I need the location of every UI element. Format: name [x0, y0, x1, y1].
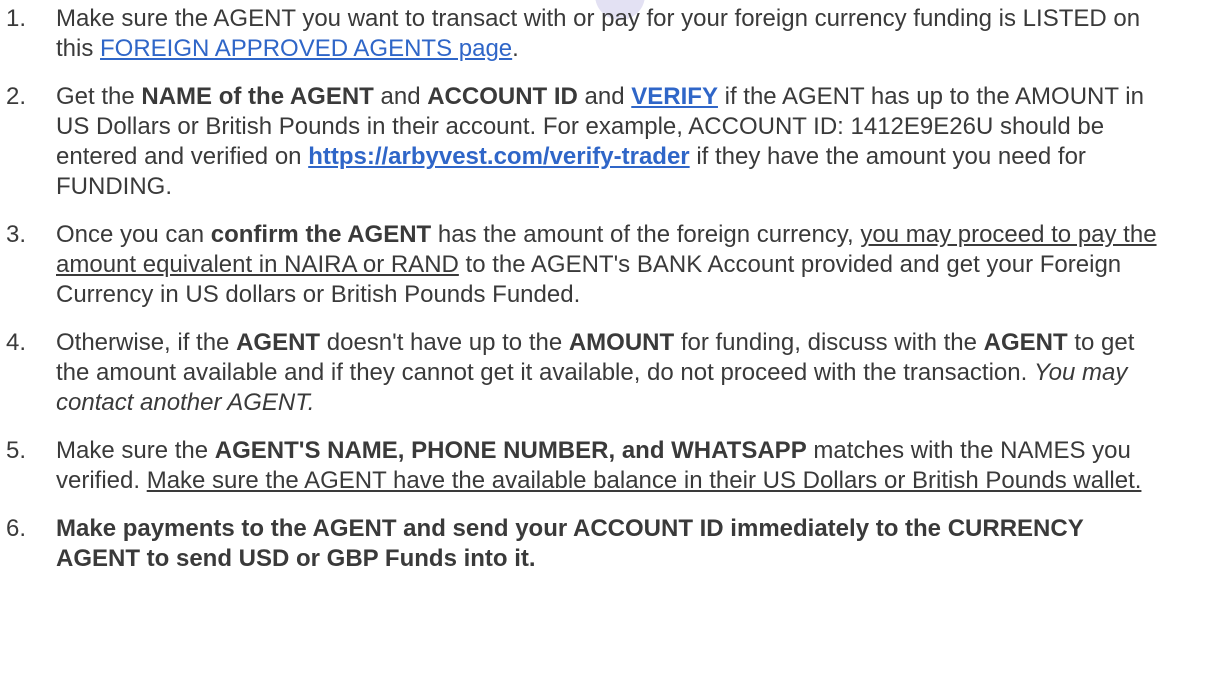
step-number: 1.: [6, 5, 27, 32]
step-1: 1. Make sure the AGENT you want to transa…: [0, 4, 1215, 64]
instruction-steps-list: 1. Make sure the AGENT you want to transa…: [0, 0, 1215, 572]
step-text: has the amount of the foreign currency,: [431, 221, 861, 248]
step-text: doesn't have up to the: [320, 329, 569, 356]
verify-trader-url-link[interactable]: https://arbyvest.com/verify-trader: [308, 143, 689, 170]
foreign-approved-agents-link[interactable]: FOREIGN APPROVED AGENTS page: [100, 35, 512, 62]
verify-link[interactable]: VERIFY: [631, 83, 718, 110]
step-bold-text: AMOUNT: [568, 329, 675, 356]
step-bold-text: confirm the AGENT: [210, 221, 432, 248]
step-number: 5.: [6, 437, 27, 464]
step-underlined-text: Make sure the AGENT have the available b…: [146, 467, 1142, 494]
step-bold-text: AGENT: [236, 329, 321, 356]
step-text: Once you can: [56, 221, 211, 248]
step-5: 5. Make sure the AGENT'S NAME, PHONE NUMB…: [0, 436, 1215, 496]
step-text: and: [373, 83, 428, 110]
step-number: 4.: [6, 329, 27, 356]
step-bold-text: AGENT'S NAME, PHONE NUMBER, and WHATSAPP: [214, 437, 807, 464]
step-bold-text: AGENT: [983, 329, 1068, 356]
step-text: Make sure the: [56, 437, 215, 464]
step-text: and: [577, 83, 632, 110]
step-bold-text: Make payments to the AGENT and send your…: [56, 515, 1084, 572]
step-4: 4. Otherwise, if the AGENT doesn't have u…: [0, 328, 1215, 418]
step-text: for funding, discuss with the: [674, 329, 984, 356]
step-6: 6. Make payments to the AGENT and send yo…: [0, 514, 1215, 574]
step-2: 2. Get the NAME of the AGENT and ACCOUNT …: [0, 82, 1215, 202]
step-bold-text: NAME of the AGENT: [141, 83, 374, 110]
step-text: Otherwise, if the: [56, 329, 237, 356]
step-number: 6.: [6, 515, 27, 542]
step-3: 3. Once you can confirm the AGENT has the…: [0, 220, 1215, 310]
step-number: 2.: [6, 83, 27, 110]
step-text: .: [512, 35, 519, 62]
step-number: 3.: [6, 221, 27, 248]
step-text: Get the: [56, 83, 142, 110]
step-bold-text: ACCOUNT ID: [427, 83, 578, 110]
